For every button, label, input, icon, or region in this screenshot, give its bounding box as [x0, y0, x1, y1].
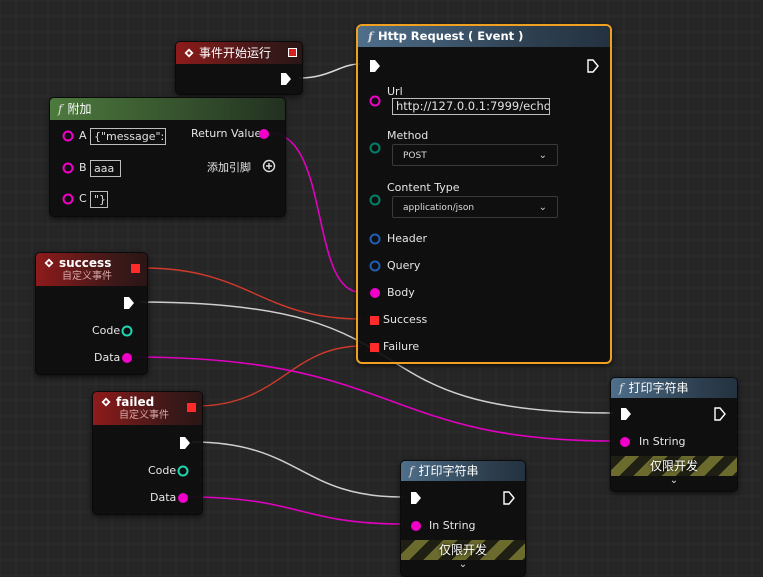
chevron-down-icon: ⌄ — [538, 202, 547, 213]
development-only-banner: 仅限开发 — [401, 540, 525, 560]
function-icon: f — [619, 381, 624, 395]
string-pin-icon[interactable] — [258, 128, 270, 140]
node-title: Http Request ( Event ) — [377, 29, 524, 43]
exec-pin-icon[interactable] — [369, 59, 381, 73]
content-type-value: application/json — [403, 203, 475, 213]
node-header[interactable]: f 打印字符串 — [611, 378, 737, 398]
node-header[interactable]: f 打印字符串 — [401, 461, 525, 481]
body-label: Body — [387, 286, 415, 299]
function-icon: f — [409, 464, 414, 478]
development-only-banner: 仅限开发 — [611, 456, 737, 476]
success-event-node[interactable]: success 自定义事件 Code Data — [35, 252, 148, 375]
print-string-node[interactable]: f 打印字符串 In String 仅限开发 ⌄ — [610, 377, 738, 492]
exec-pin-icon[interactable] — [179, 436, 191, 450]
development-only-label: 仅限开发 — [649, 459, 698, 473]
return-value-label: Return Value — [191, 127, 262, 140]
string-pin-icon[interactable] — [62, 162, 74, 174]
http-request-node[interactable]: f Http Request ( Event ) Url http://127.0… — [356, 24, 612, 364]
pin-b-label: B — [79, 161, 87, 174]
enum-pin-icon[interactable] — [369, 142, 381, 154]
event-begin-node[interactable]: 事件开始运行 — [175, 41, 303, 95]
delegate-pin-icon[interactable] — [187, 403, 196, 412]
string-pin-icon[interactable] — [62, 130, 74, 142]
exec-pin-icon[interactable] — [280, 72, 292, 86]
pin-b-input[interactable]: aaa — [90, 160, 121, 177]
chevron-down-icon[interactable]: ⌄ — [401, 559, 525, 570]
node-title: success — [59, 256, 112, 270]
node-title: 打印字符串 — [418, 464, 479, 478]
node-title: 打印字符串 — [628, 381, 689, 395]
event-diamond-icon — [184, 48, 194, 58]
code-pin-label: Code — [148, 464, 177, 477]
add-pin-icon[interactable] — [262, 159, 276, 173]
content-type-dropdown[interactable]: application/json ⌄ — [392, 196, 558, 218]
exec-pin-icon[interactable] — [714, 407, 726, 421]
struct-pin-icon[interactable] — [369, 233, 381, 245]
struct-pin-icon[interactable] — [369, 260, 381, 272]
development-only-label: 仅限开发 — [438, 543, 487, 557]
node-header[interactable]: failed 自定义事件 — [93, 392, 202, 425]
delegate-pin-icon[interactable] — [131, 264, 140, 273]
data-pin-label: Data — [94, 351, 121, 364]
int-pin-icon[interactable] — [177, 465, 189, 477]
node-title: 附加 — [67, 102, 92, 116]
failure-label: Failure — [383, 340, 420, 353]
data-pin-label: Data — [150, 491, 177, 504]
string-pin-icon[interactable] — [410, 520, 422, 532]
print-string-node[interactable]: f 打印字符串 In String 仅限开发 ⌄ — [400, 460, 526, 577]
string-pin-icon[interactable] — [369, 287, 381, 299]
method-label: Method — [387, 129, 429, 142]
function-icon: f — [58, 102, 63, 116]
add-pin-label[interactable]: 添加引脚 — [207, 159, 251, 175]
pin-a-label: A — [79, 129, 87, 142]
node-header[interactable]: f Http Request ( Event ) — [358, 26, 610, 47]
string-pin-icon[interactable] — [177, 492, 189, 504]
failed-event-node[interactable]: failed 自定义事件 Code Data — [92, 391, 203, 515]
exec-pin-icon[interactable] — [410, 491, 422, 505]
url-label: Url — [387, 85, 403, 98]
function-icon: f — [368, 29, 373, 43]
node-title: 事件开始运行 — [199, 46, 272, 60]
header-label: Header — [387, 232, 428, 245]
delegate-pin-icon[interactable] — [288, 48, 297, 57]
append-node[interactable]: f 附加 A {"message":" B aaa C "} Return Val… — [49, 97, 286, 217]
event-diamond-icon — [44, 258, 54, 268]
chevron-down-icon: ⌄ — [538, 150, 547, 161]
string-pin-icon[interactable] — [619, 436, 631, 448]
event-diamond-icon — [101, 397, 111, 407]
int-pin-icon[interactable] — [121, 325, 133, 337]
node-header[interactable]: f 附加 — [50, 98, 285, 120]
content-type-label: Content Type — [387, 181, 460, 194]
exec-pin-icon[interactable] — [123, 296, 135, 310]
url-input[interactable]: http://127.0.0.1:7999/echo — [392, 98, 550, 115]
exec-pin-icon[interactable] — [587, 59, 599, 73]
chevron-down-icon[interactable]: ⌄ — [611, 475, 737, 486]
exec-pin-icon[interactable] — [503, 491, 515, 505]
string-pin-icon[interactable] — [121, 352, 133, 364]
pin-c-input[interactable]: "} — [90, 191, 108, 208]
query-label: Query — [387, 259, 421, 272]
pin-c-label: C — [79, 192, 87, 205]
exec-pin-icon[interactable] — [620, 407, 632, 421]
node-header[interactable]: 事件开始运行 — [176, 42, 302, 64]
method-value: POST — [403, 151, 427, 161]
pin-a-input[interactable]: {"message":" — [90, 128, 166, 145]
node-title: failed — [116, 395, 155, 409]
code-pin-label: Code — [92, 324, 121, 337]
in-string-label: In String — [429, 519, 476, 532]
string-pin-icon[interactable] — [62, 193, 74, 205]
enum-pin-icon[interactable] — [369, 194, 381, 206]
delegate-pin-icon[interactable] — [370, 343, 379, 352]
in-string-label: In String — [639, 435, 686, 448]
success-label: Success — [383, 313, 428, 326]
method-dropdown[interactable]: POST ⌄ — [392, 144, 558, 166]
delegate-pin-icon[interactable] — [370, 316, 379, 325]
string-pin-icon[interactable] — [369, 95, 381, 107]
